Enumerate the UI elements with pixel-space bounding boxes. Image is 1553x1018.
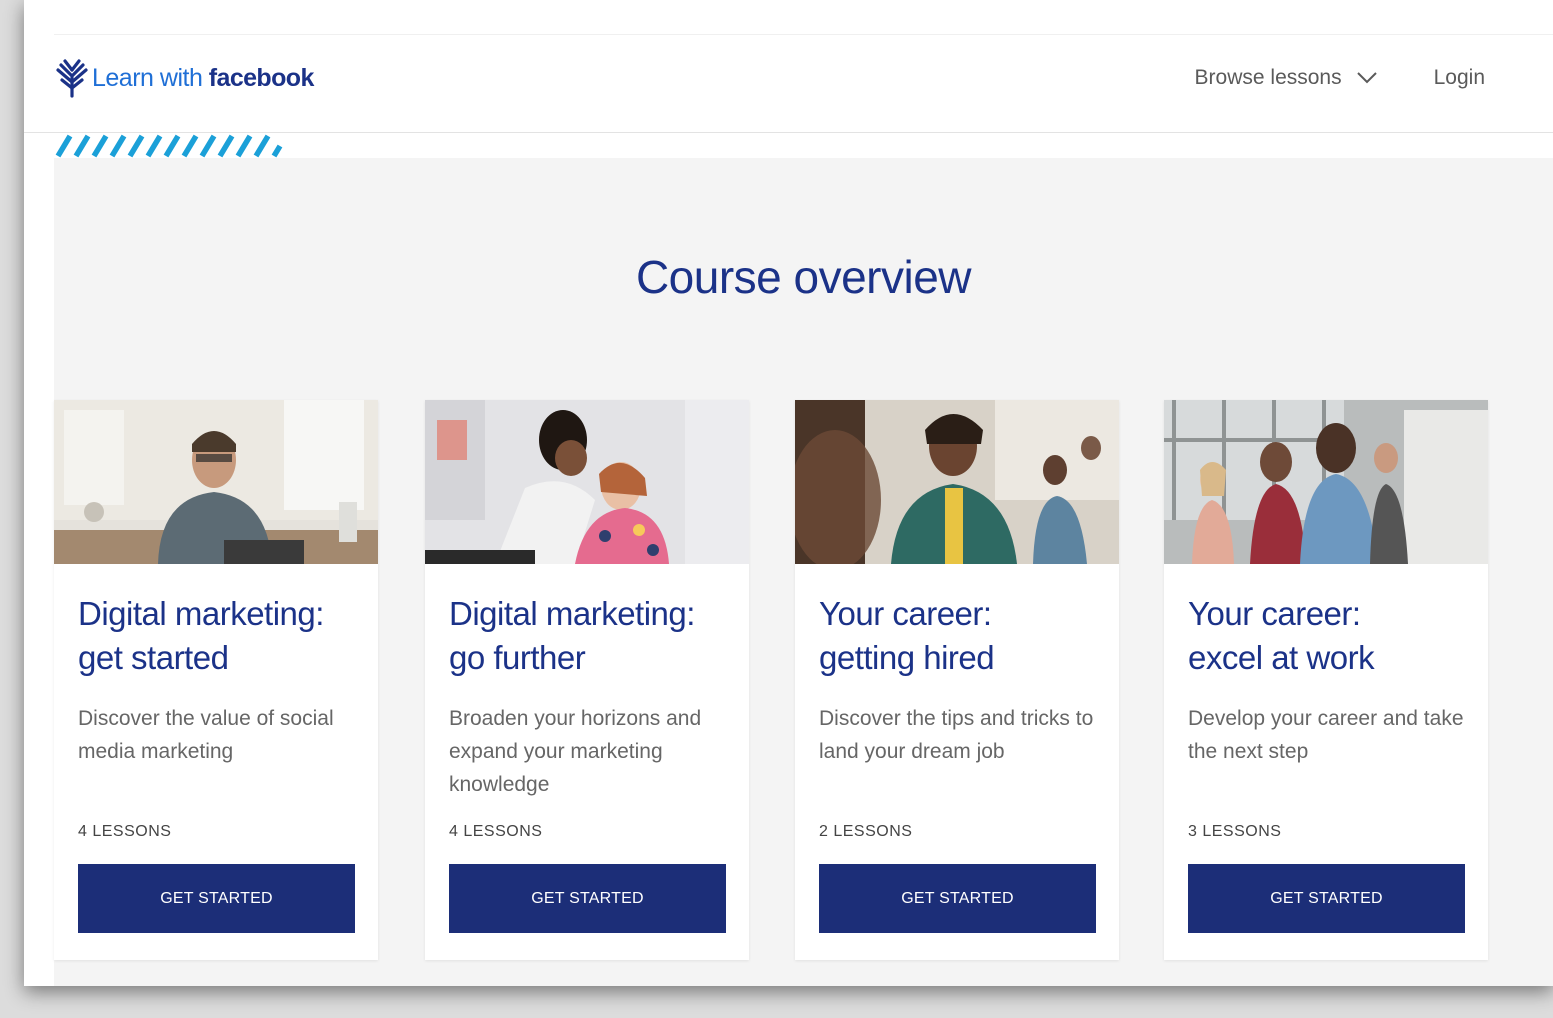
course-title-line: get started	[78, 639, 229, 676]
course-title-line: excel at work	[1188, 639, 1375, 676]
course-image	[795, 400, 1119, 564]
lesson-count: 4 LESSONS	[78, 823, 172, 840]
course-card[interactable]: Digital marketing: get started Discover …	[54, 400, 378, 960]
logo-text-light: Learn with	[92, 63, 209, 92]
top-divider	[54, 34, 1553, 35]
course-title: Your career: excel at work	[1188, 592, 1478, 680]
site-logo[interactable]: Learn with facebook	[54, 58, 314, 98]
get-started-button[interactable]: GET STARTED	[819, 864, 1096, 933]
course-description: Develop your career and take the next st…	[1188, 707, 1464, 763]
browse-lessons-label: Browse lessons	[1194, 66, 1342, 89]
course-description: Discover the tips and tricks to land you…	[819, 707, 1094, 763]
course-image	[425, 400, 749, 564]
course-image	[54, 400, 378, 564]
course-description: Discover the value of social media marke…	[78, 707, 334, 763]
decorative-stripe	[55, 134, 283, 158]
browse-lessons-dropdown[interactable]: Browse lessons	[1195, 66, 1378, 90]
lesson-count: 3 LESSONS	[1188, 823, 1282, 840]
chevron-down-icon	[1356, 72, 1377, 84]
course-title-line: Digital marketing:	[449, 595, 695, 632]
course-overview-section: Course overview Digital marketing: get s…	[54, 158, 1553, 986]
get-started-button[interactable]: GET STARTED	[1188, 864, 1465, 933]
get-started-button[interactable]: GET STARTED	[449, 864, 726, 933]
course-card[interactable]: Your career: getting hired Discover the …	[795, 400, 1119, 960]
lesson-count: 2 LESSONS	[819, 823, 913, 840]
top-nav: Browse lessons Login	[1195, 66, 1485, 90]
login-link[interactable]: Login	[1434, 66, 1485, 90]
site-header: Learn with facebook Browse lessons Login	[24, 36, 1553, 133]
page-title: Course overview	[635, 251, 972, 303]
lesson-count: 4 LESSONS	[449, 823, 543, 840]
course-title-line: Digital marketing:	[78, 595, 324, 632]
logo-wordmark: Learn with facebook	[92, 64, 314, 93]
course-image	[1164, 400, 1488, 564]
course-card[interactable]: Your career: excel at work Develop your …	[1164, 400, 1488, 960]
course-description: Broaden your horizons and expand your ma…	[449, 707, 702, 796]
course-title: Digital marketing: get started	[78, 592, 368, 680]
logo-text-bold: facebook	[208, 63, 315, 92]
course-title-line: Your career:	[819, 595, 992, 632]
course-title-line: Your career:	[1188, 595, 1361, 632]
get-started-button[interactable]: GET STARTED	[78, 864, 355, 933]
course-title: Your career: getting hired	[819, 592, 1109, 680]
course-title-line: go further	[449, 639, 586, 676]
course-title-line: getting hired	[819, 639, 995, 676]
course-card[interactable]: Digital marketing: go further Broaden yo…	[425, 400, 749, 960]
course-title: Digital marketing: go further	[449, 592, 739, 680]
browser-window: Learn with facebook Browse lessons Login…	[24, 0, 1553, 986]
fern-leaf-icon	[56, 59, 88, 98]
